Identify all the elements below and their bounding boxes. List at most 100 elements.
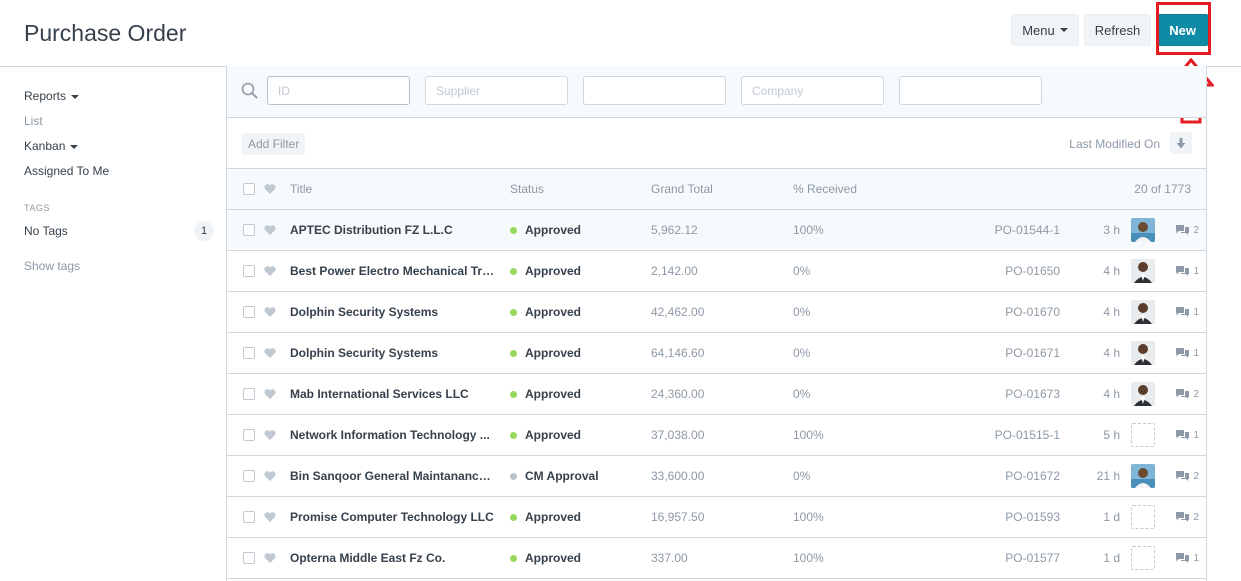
heart-icon[interactable] xyxy=(264,348,276,359)
comment-count[interactable]: 2 xyxy=(1175,224,1199,236)
comments-icon xyxy=(1176,348,1190,358)
table-row[interactable]: Network Information Technology ... Approv… xyxy=(227,415,1206,456)
status-label: Approved xyxy=(525,510,582,524)
sidebar-item-assigned-to-me[interactable]: Assigned To Me xyxy=(24,159,214,184)
sort-by-selector[interactable]: Last Modified On xyxy=(1069,137,1160,151)
caret-down-icon xyxy=(70,144,79,149)
row-checkbox[interactable] xyxy=(243,511,255,523)
refresh-button[interactable]: Refresh xyxy=(1083,14,1152,46)
status-indicator: Approved xyxy=(510,428,581,442)
sidebar-item-reports[interactable]: Reports xyxy=(24,84,214,109)
heart-icon[interactable] xyxy=(264,471,276,482)
table-row[interactable]: Bin Sanqoor General Maintanance... CM App… xyxy=(227,456,1206,497)
record-id: PO-01673 xyxy=(1005,387,1060,401)
comment-count[interactable]: 2 xyxy=(1175,388,1199,400)
row-title-link[interactable]: Dolphin Security Systems xyxy=(290,346,495,360)
comments-icon xyxy=(1176,430,1190,440)
tag-item-no-tags[interactable]: No Tags 1 xyxy=(24,221,214,241)
comment-count[interactable]: 1 xyxy=(1175,306,1199,318)
table-row[interactable]: Dolphin Security Systems Approved 64,146.6… xyxy=(227,333,1206,374)
column-header-status: Status xyxy=(510,182,545,196)
comment-count[interactable]: 2 xyxy=(1175,470,1199,482)
sidebar-item-list[interactable]: List xyxy=(24,109,214,134)
heart-icon[interactable] xyxy=(264,389,276,400)
heart-icon[interactable] xyxy=(264,307,276,318)
row-title-link[interactable]: Mab International Services LLC xyxy=(290,387,495,401)
comment-count[interactable]: 1 xyxy=(1175,347,1199,359)
row-title-link[interactable]: APTEC Distribution FZ L.L.C xyxy=(290,223,495,237)
heart-icon[interactable] xyxy=(264,512,276,523)
row-title-link[interactable]: Promise Computer Technology LLC xyxy=(290,510,495,524)
status-dot xyxy=(510,267,517,275)
comment-count-value: 2 xyxy=(1193,224,1199,236)
filter-input-5[interactable] xyxy=(899,76,1042,105)
received-value: 0% xyxy=(793,305,811,319)
table-row[interactable]: Best Power Electro Mechanical Tra... Appr… xyxy=(227,251,1206,292)
received-value: 0% xyxy=(793,346,811,360)
table-row[interactable]: Dolphin Security Systems Approved 42,462.0… xyxy=(227,292,1206,333)
heart-icon[interactable] xyxy=(264,225,276,236)
modified-time: 5 h xyxy=(1103,428,1120,442)
add-filter-button[interactable]: Add Filter xyxy=(242,133,306,155)
row-title-link[interactable]: Best Power Electro Mechanical Tra... xyxy=(290,264,495,278)
sidebar-item-kanban[interactable]: Kanban xyxy=(24,134,214,159)
row-checkbox[interactable] xyxy=(243,347,255,359)
row-checkbox[interactable] xyxy=(243,306,255,318)
heart-icon[interactable] xyxy=(264,553,276,564)
record-id: PO-01650 xyxy=(1005,264,1060,278)
tag-count-badge: 1 xyxy=(194,221,214,241)
sort-order-button[interactable] xyxy=(1170,132,1192,154)
status-dot xyxy=(510,349,517,357)
supplier-filter-input[interactable] xyxy=(425,76,568,105)
row-title-link[interactable]: Network Information Technology ... xyxy=(290,428,495,442)
comments-icon xyxy=(1176,266,1190,276)
comment-count[interactable]: 1 xyxy=(1175,552,1199,564)
status-indicator: Approved xyxy=(510,551,581,565)
status-indicator: Approved xyxy=(510,264,581,278)
grand-total-value: 37,038.00 xyxy=(651,428,705,442)
table-row[interactable]: Mab International Services LLC Approved 24… xyxy=(227,374,1206,415)
id-filter-input[interactable] xyxy=(267,76,410,105)
row-checkbox[interactable] xyxy=(243,265,255,277)
status-label: Approved xyxy=(525,346,582,360)
table-row[interactable]: Promise Computer Technology LLC Approved 1… xyxy=(227,497,1206,538)
record-id: PO-01515-1 xyxy=(994,428,1060,442)
menu-button[interactable]: Menu xyxy=(1011,14,1079,46)
column-header-grand-total: Grand Total xyxy=(651,182,713,196)
grand-total-value: 24,360.00 xyxy=(651,387,705,401)
avatar-placeholder xyxy=(1131,423,1155,447)
comment-count-value: 2 xyxy=(1193,388,1199,400)
table-row[interactable]: APTEC Distribution FZ L.L.C Approved 5,962… xyxy=(227,210,1206,251)
row-title-link[interactable]: Opterna Middle East Fz Co. xyxy=(290,551,495,565)
grand-total-value: 2,142.00 xyxy=(651,264,698,278)
status-dot xyxy=(510,554,517,562)
row-checkbox[interactable] xyxy=(243,552,255,564)
modified-time: 4 h xyxy=(1103,387,1120,401)
heart-icon[interactable] xyxy=(264,430,276,441)
table-row[interactable]: Opterna Middle East Fz Co. Approved 337.00… xyxy=(227,538,1206,579)
heart-icon[interactable] xyxy=(264,184,276,195)
row-title-link[interactable]: Bin Sanqoor General Maintanance... xyxy=(290,469,495,483)
row-checkbox[interactable] xyxy=(243,470,255,482)
row-checkbox[interactable] xyxy=(243,429,255,441)
received-value: 100% xyxy=(793,223,824,237)
status-dot xyxy=(510,308,517,316)
modified-time: 4 h xyxy=(1103,305,1120,319)
comment-count[interactable]: 1 xyxy=(1175,429,1199,441)
caret-down-icon xyxy=(71,94,80,99)
select-all-checkbox[interactable] xyxy=(243,183,255,195)
row-checkbox[interactable] xyxy=(243,224,255,236)
column-header-title: Title xyxy=(290,182,313,196)
row-title-link[interactable]: Dolphin Security Systems xyxy=(290,305,495,319)
row-checkbox[interactable] xyxy=(243,388,255,400)
record-id: PO-01544-1 xyxy=(994,223,1060,237)
grand-total-value: 16,957.50 xyxy=(651,510,705,524)
comment-count[interactable]: 2 xyxy=(1175,511,1199,523)
filter-input-3[interactable] xyxy=(583,76,726,105)
comment-count[interactable]: 1 xyxy=(1175,265,1199,277)
sidebar-item-label: Kanban xyxy=(24,139,66,153)
heart-icon[interactable] xyxy=(264,266,276,277)
company-filter-input[interactable] xyxy=(741,76,884,105)
comment-count-value: 1 xyxy=(1193,306,1199,318)
show-tags-link[interactable]: Show tags xyxy=(24,259,214,273)
